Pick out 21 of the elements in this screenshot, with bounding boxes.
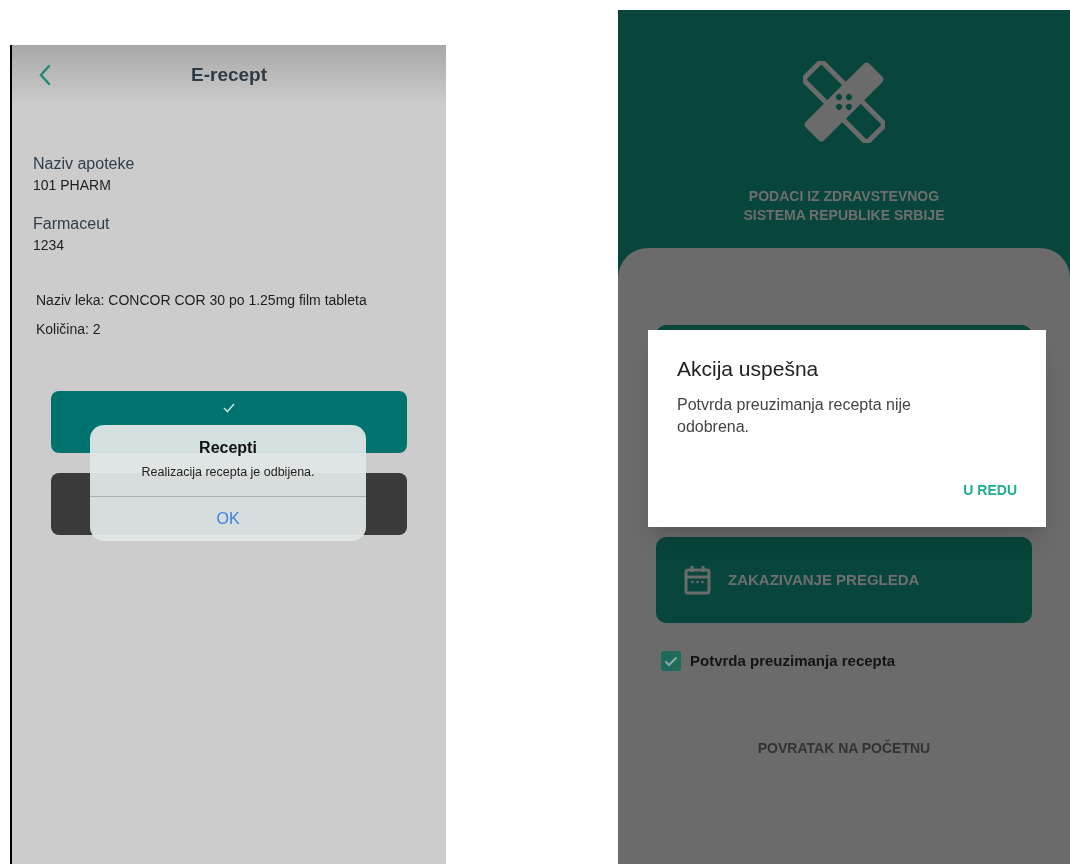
screen-title: E-recept bbox=[191, 62, 267, 87]
ok-button[interactable]: OK bbox=[90, 496, 366, 541]
field-value: 1234 bbox=[33, 236, 66, 255]
dialog-message: Potvrda preuzimanja recepta nije odobrena. bbox=[677, 395, 912, 437]
appointment-button[interactable]: ZAKAZIVANJE PREGLEDA bbox=[656, 537, 1032, 623]
alert-message: Realizacija recepta je odbijena. bbox=[141, 464, 315, 481]
dialog-title: Akcija uspešna bbox=[677, 356, 820, 382]
calendar-icon bbox=[684, 565, 711, 595]
medication-info: Količina: 2 bbox=[36, 320, 102, 339]
field-label: Naziv apoteke bbox=[33, 154, 136, 174]
medication-info: Naziv leka: CONCOR COR 30 po 1.25mg film tableta bbox=[36, 291, 368, 310]
check-icon bbox=[223, 403, 235, 413]
back-chevron-icon bbox=[38, 64, 52, 86]
field-value: 101 PHARM bbox=[33, 176, 112, 195]
back-home-link[interactable]: POVRATAK NA POČETNU bbox=[757, 737, 931, 759]
checkbox[interactable] bbox=[661, 651, 681, 672]
ok-button[interactable]: U REDU bbox=[963, 480, 1017, 501]
alert-title: Recepti bbox=[199, 438, 257, 458]
checkbox-label: Potvrda preuzimanja recepta bbox=[690, 651, 896, 671]
header-text: PODACI IZ ZDRAVSTEVNOG SISTEMA REPUBLIKE SRBIJE bbox=[742, 187, 946, 225]
field-label: Farmaceut bbox=[33, 214, 111, 234]
